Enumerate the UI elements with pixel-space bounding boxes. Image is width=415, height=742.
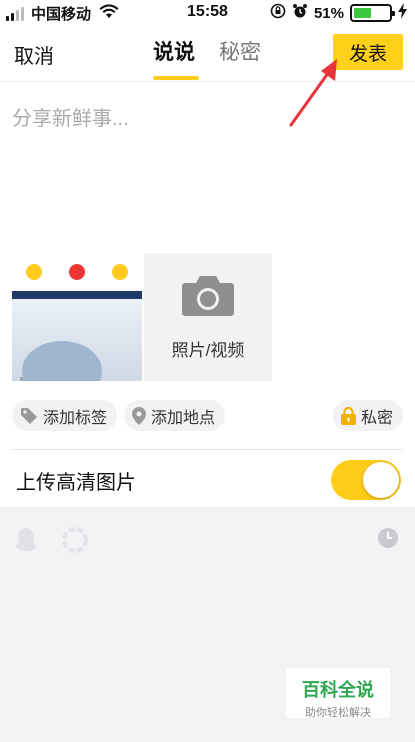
battery-percent: 51% xyxy=(313,4,344,22)
watermark: 百科全说 助你轻松解决 xyxy=(286,668,390,719)
add-tag-button[interactable]: 添加标签 xyxy=(12,400,118,431)
battery-icon xyxy=(350,4,395,22)
tab-secret[interactable]: 秘密 xyxy=(219,36,261,66)
add-media-label: 照片/视频 xyxy=(171,341,245,360)
media-row: 照片/视频 xyxy=(12,253,272,381)
add-photo-video-button[interactable]: 照片/视频 xyxy=(144,253,272,381)
thumbnail-header xyxy=(12,253,142,291)
alarm-icon xyxy=(292,3,308,23)
thumbnail-bar xyxy=(12,291,142,299)
privacy-label: 私密 xyxy=(360,409,393,427)
tab-label: 秘密 xyxy=(219,41,261,64)
lock-icon xyxy=(340,406,356,425)
add-location-label: 添加地点 xyxy=(151,409,216,427)
wechat-moments-icon[interactable] xyxy=(62,527,88,558)
toggle-knob xyxy=(363,462,399,498)
tab-label: 说说 xyxy=(153,41,195,64)
watermark-title: 百科全说 xyxy=(302,680,374,700)
status-bar: 中国移动 15:58 51% xyxy=(0,0,415,26)
compose-text-area[interactable]: 分享新鲜事... xyxy=(12,102,129,131)
add-location-button[interactable]: 添加地点 xyxy=(124,400,226,431)
qq-icon[interactable] xyxy=(14,527,38,558)
chips-row: 添加标签 添加地点 私密 xyxy=(12,400,403,432)
clock-icon[interactable] xyxy=(377,527,399,554)
tag-icon xyxy=(20,407,38,425)
battery-fill xyxy=(354,8,372,18)
location-pin-icon xyxy=(132,406,146,425)
photo-thumbnail[interactable] xyxy=(12,253,142,381)
hd-upload-label: 上传高清图片 xyxy=(16,472,136,494)
divider xyxy=(12,449,403,450)
charging-bolt-icon xyxy=(398,3,407,23)
camera-icon xyxy=(181,273,235,322)
add-tag-label: 添加标签 xyxy=(43,409,108,427)
thumbnail-body xyxy=(12,299,142,381)
annotation-arrow xyxy=(289,59,337,127)
hd-upload-toggle[interactable] xyxy=(331,460,401,500)
watermark-subtitle: 助你轻松解决 xyxy=(305,707,371,719)
privacy-button[interactable]: 私密 xyxy=(332,400,403,431)
status-right: 51% xyxy=(270,3,407,23)
rotation-lock-icon xyxy=(270,3,286,23)
cancel-button[interactable]: 取消 xyxy=(14,40,54,69)
tab-active-indicator xyxy=(153,76,199,80)
tab-shuoshuo[interactable]: 说说 xyxy=(153,36,199,80)
hd-upload-row: 上传高清图片 xyxy=(0,452,415,507)
compose-nav-bar: 取消 说说 秘密 发表 xyxy=(0,26,415,82)
